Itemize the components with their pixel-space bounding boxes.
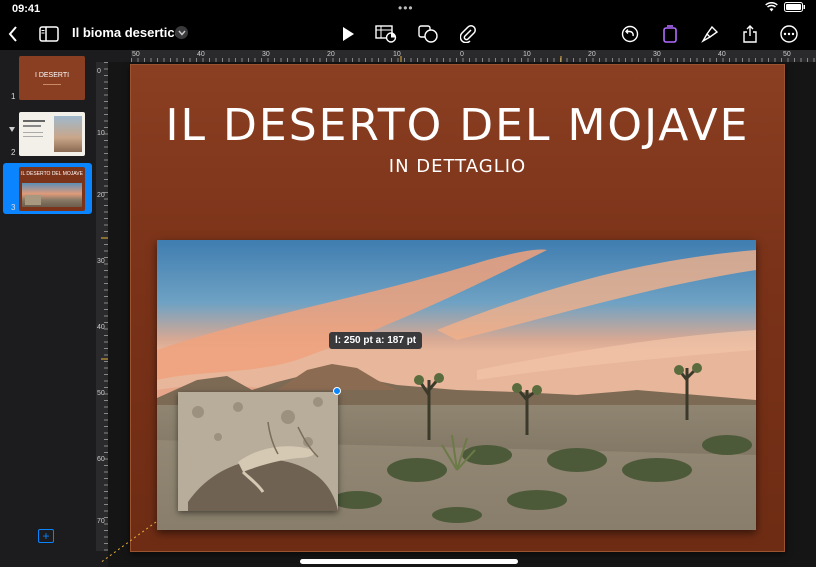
add-slide-button[interactable]: + <box>38 529 54 543</box>
format-document-button[interactable] <box>657 22 683 46</box>
shapes-icon <box>418 25 438 43</box>
ruler-label: 50 <box>132 51 140 58</box>
thumbnail-text-line <box>23 120 45 122</box>
thumbnail-title: IL DESERTO DEL MOJAVE <box>21 171 83 177</box>
vertical-ruler[interactable]: 0 10 20 30 40 50 60 70 <box>96 62 108 551</box>
more-button[interactable] <box>776 22 802 46</box>
thumbnail-preview: I DESERTI <box>19 56 85 100</box>
ruler-label: 50 <box>97 390 105 397</box>
slide-thumbnail-2[interactable]: 2 <box>3 108 92 159</box>
more-icon <box>780 25 798 43</box>
paintbrush-icon <box>701 25 719 43</box>
insert-media-button[interactable] <box>455 22 481 46</box>
format-brush-button[interactable] <box>697 22 723 46</box>
ruler-label: 20 <box>327 51 335 58</box>
ruler-label: 40 <box>97 324 105 331</box>
thumbnail-text-line <box>23 125 41 127</box>
slide[interactable]: IL DESERTO DEL MOJAVE IN DETTAGLIO <box>130 64 785 552</box>
play-icon <box>343 27 354 41</box>
table-chart-icon <box>375 25 397 43</box>
size-tooltip: l: 250 pt a: 187 pt <box>329 332 423 349</box>
battery-icon <box>784 2 805 12</box>
lizard-illustration <box>178 392 338 511</box>
thumbnail-image <box>54 116 82 152</box>
ruler-label: 20 <box>588 51 596 58</box>
share-icon <box>743 25 757 43</box>
share-button[interactable] <box>737 22 763 46</box>
ruler-label: 0 <box>97 68 101 75</box>
toolbar: Il bioma desertico <box>0 18 816 50</box>
slide-subtitle[interactable]: IN DETTAGLIO <box>130 156 785 177</box>
multitasking-dots[interactable]: ••• <box>398 1 414 15</box>
status-bar: 09:41 ••• <box>0 0 816 18</box>
ruler-label: 30 <box>262 51 270 58</box>
insert-table-chart-button[interactable] <box>373 22 399 46</box>
thumbnail-preview: IL DESERTO DEL MOJAVE <box>19 167 85 211</box>
undo-button[interactable] <box>617 22 643 46</box>
ruler-label: 40 <box>718 51 726 58</box>
wifi-icon <box>765 2 778 12</box>
ruler-label: 10 <box>523 51 531 58</box>
thumbnail-rule <box>43 84 61 85</box>
slide-thumbnail-1[interactable]: I DESERTI 1 <box>3 52 92 103</box>
horizontal-ruler[interactable]: 50 40 30 20 10 0 10 20 30 40 50 <box>131 50 816 62</box>
ruler-label: 0 <box>460 51 464 58</box>
ruler-label: 60 <box>97 456 105 463</box>
document-title[interactable]: Il bioma desertico <box>72 25 183 40</box>
resize-handle[interactable] <box>333 387 341 395</box>
ruler-label: 30 <box>97 258 105 265</box>
slide-thumbnail-3[interactable]: IL DESERTO DEL MOJAVE 3 <box>3 163 92 214</box>
thumbnail-preview <box>19 112 85 156</box>
status-icons <box>765 2 806 12</box>
insert-shape-button[interactable] <box>415 22 441 46</box>
slide-number: 3 <box>11 203 16 212</box>
back-chevron-icon <box>8 26 17 42</box>
ruler-ticks <box>131 50 816 62</box>
slide-navigator: I DESERTI 1 2 IL DESERTO DEL MOJAVE 3 + <box>0 50 96 567</box>
home-indicator[interactable] <box>300 559 518 564</box>
clock: 09:41 <box>12 3 41 15</box>
ruler-label: 20 <box>97 192 105 199</box>
ruler-label: 10 <box>97 130 105 137</box>
sidebar-toggle-button[interactable] <box>36 22 62 46</box>
sidebar-icon <box>39 26 59 42</box>
document-icon <box>663 25 677 43</box>
collapse-triangle-icon[interactable] <box>9 127 15 132</box>
chevron-down-icon <box>177 30 186 36</box>
slide-title[interactable]: IL DESERTO DEL MOJAVE <box>130 100 785 151</box>
thumbnail-image <box>25 195 41 205</box>
back-button[interactable] <box>0 22 26 46</box>
ruler-label: 10 <box>393 51 401 58</box>
thumbnail-text-line <box>23 132 43 133</box>
ruler-label: 30 <box>653 51 661 58</box>
slide-number: 2 <box>11 148 16 157</box>
paperclip-icon <box>460 25 476 43</box>
slide-number: 1 <box>11 92 16 101</box>
undo-icon <box>621 25 639 43</box>
plus-icon: + <box>42 529 50 543</box>
title-menu-button[interactable] <box>175 26 188 39</box>
ruler-label: 50 <box>783 51 791 58</box>
lizard-image[interactable] <box>178 392 338 511</box>
thumbnail-title: I DESERTI <box>34 72 70 79</box>
thumbnail-text-line <box>23 136 43 137</box>
play-button[interactable] <box>335 22 361 46</box>
ruler-label: 40 <box>197 51 205 58</box>
alignment-guide <box>99 521 157 564</box>
